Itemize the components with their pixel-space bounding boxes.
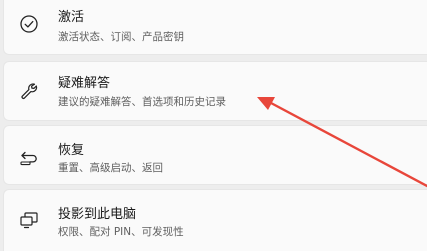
settings-item-project-to-pc[interactable]: 投影到此电脑 权限、配对 PIN、可发现性 bbox=[3, 189, 427, 251]
settings-item-subtitle: 权限、配对 PIN、可发现性 bbox=[58, 226, 184, 238]
settings-item-troubleshoot[interactable]: 疑难解答 建议的疑难解答、首选项和历史记录 bbox=[3, 61, 427, 121]
settings-item-title: 恢复 bbox=[58, 143, 85, 158]
check-circle-icon bbox=[18, 13, 40, 35]
settings-item-title: 投影到此电脑 bbox=[58, 207, 137, 222]
settings-item-title: 激活 bbox=[58, 10, 85, 25]
recovery-icon bbox=[18, 145, 40, 167]
settings-item-activation[interactable]: 激活 激活状态、订阅、产品密钥 bbox=[3, 0, 427, 55]
settings-item-subtitle: 建议的疑难解答、首选项和历史记录 bbox=[58, 96, 226, 108]
settings-item-title: 疑难解答 bbox=[58, 76, 111, 91]
wrench-icon bbox=[18, 80, 40, 102]
project-screen-icon bbox=[18, 209, 40, 231]
settings-item-subtitle: 激活状态、订阅、产品密钥 bbox=[58, 31, 184, 43]
settings-item-recovery[interactable]: 恢复 重置、高级启动、返回 bbox=[3, 125, 427, 185]
settings-item-subtitle: 重置、高级启动、返回 bbox=[58, 162, 163, 174]
